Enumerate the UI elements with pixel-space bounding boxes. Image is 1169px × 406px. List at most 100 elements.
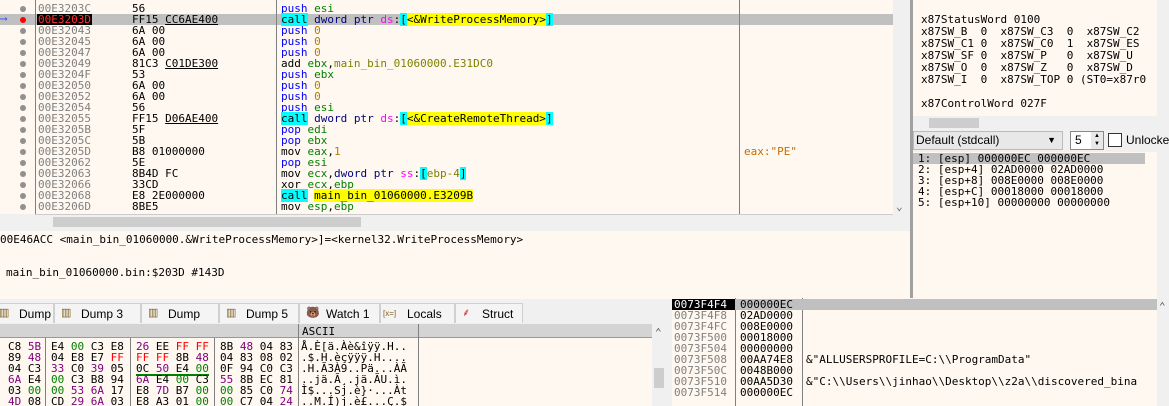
tab-dump-3[interactable]: ▥ Dump 3	[54, 303, 141, 323]
column-divider	[276, 0, 277, 214]
instruction-token: mov	[281, 200, 301, 213]
dump-pane[interactable]: ASCII C8 5B E4 00 C3 E8 26 EE FF FF 8B 48 0…	[0, 324, 652, 406]
hex-byte: 24	[279, 395, 293, 406]
breakpoint-dot-icon[interactable]	[20, 39, 26, 45]
scroll-down-icon[interactable]: ⌄	[896, 200, 903, 213]
breakpoint-dot-icon[interactable]	[20, 72, 26, 78]
hex-byte: 03	[110, 395, 124, 406]
tab-struct[interactable]: ⸙ Struct	[455, 303, 523, 323]
chevron-down-icon: ▼	[1047, 135, 1056, 145]
breakpoint-dot-icon[interactable]	[20, 149, 26, 155]
instruction-token: esp	[300, 200, 328, 213]
dump-scrollbar[interactable]: ⌃	[652, 324, 666, 406]
breakpoint-dot-icon[interactable]	[20, 160, 26, 166]
breakpoint-dot-icon[interactable]	[20, 17, 26, 23]
tab-label: Locals	[407, 307, 442, 321]
fpu-horizontal-scrollbar[interactable]	[913, 116, 1169, 130]
argument-count-spinner[interactable]: 5 ▲ ▼	[1070, 131, 1104, 150]
scrollbar-thumb[interactable]	[929, 118, 979, 128]
info-reference-line: 00E46ACC <main_bin_01060000.&WriteProces…	[0, 233, 524, 246]
hex-byte: C7	[239, 395, 254, 406]
stack-pane[interactable]: 0073F4F4 000000EC 0073F4F8 02AD0000 0073F4FC…	[672, 298, 1157, 406]
hex-byte: 01	[175, 395, 189, 406]
hex-group: E8 A3 01 00	[136, 396, 209, 406]
tab-label: Struct	[482, 307, 514, 321]
disassembly-vertical-scrollbar[interactable]: ⌄	[893, 0, 909, 214]
instruction-token: ,	[327, 200, 334, 213]
fpu-vertical-scrollbar[interactable]	[1157, 0, 1169, 116]
argument-count-value: 5	[1075, 133, 1082, 147]
breakpoint-dot-icon[interactable]	[20, 204, 26, 210]
instruction-text: mov esp,ebp	[281, 201, 354, 212]
scrollbar-thumb[interactable]	[53, 217, 361, 227]
instruction-address: 00E3206D	[38, 200, 91, 213]
tab-watch-1[interactable]: 🐻 Watch 1	[299, 303, 380, 323]
fpu-register-pane: x87StatusWord 0100 x87SW_B 0 x87SW_C3 0 x…	[913, 0, 1157, 116]
breakpoint-dot-icon[interactable]	[20, 83, 26, 89]
instruction-token: ebp	[334, 200, 354, 213]
breakpoint-dot-icon[interactable]	[20, 182, 26, 188]
hex-group: 4D 08	[8, 396, 41, 406]
hex-group: 00 C7 04 24	[220, 396, 293, 406]
calling-convention-select[interactable]: Default (stdcall) ▼	[913, 131, 1063, 150]
locals-icon: [x=]	[383, 309, 397, 318]
breakpoint-dot-icon[interactable]	[20, 94, 26, 100]
breakpoint-dot-icon[interactable]	[20, 50, 26, 56]
breakpoint-dot-icon[interactable]	[20, 193, 26, 199]
hex-byte: CD	[51, 395, 65, 406]
argument-row[interactable]: 5: [esp+10] 00000000 00000000	[913, 197, 1145, 208]
dump-row[interactable]: 4D 08 CD 29 6A 03 E8 A3 01 00 00 C7 04 24..…	[0, 396, 652, 406]
dump-icon: ▥	[61, 307, 72, 319]
upper-right-empty-pane	[913, 231, 1157, 298]
instruction-text: call dword ptr ds:[<&WriteProcessMemory>…	[281, 13, 553, 26]
hex-byte: 6A	[90, 395, 104, 406]
dump-icon: ▥	[0, 307, 10, 319]
tab-dump-5[interactable]: ▥ Dump 5	[219, 303, 299, 323]
unlocked-checkbox[interactable]	[1108, 133, 1122, 147]
tab-label: Watch 1	[326, 307, 370, 321]
hex-byte: 29	[70, 395, 85, 406]
bytes-text: 8BE5	[132, 200, 159, 213]
hex-byte: 00	[195, 395, 209, 406]
hex-byte: 4D	[8, 395, 22, 406]
hex-byte: 08	[27, 395, 42, 406]
fpu-register-line: x87ControlWord 027F	[921, 97, 1047, 110]
tab-label: Dump 5	[246, 307, 289, 321]
scroll-up-icon[interactable]: ⌃	[1159, 300, 1166, 313]
tab-dump-2[interactable]: ▥Dump 2	[0, 303, 54, 341]
breakpoint-dot-icon[interactable]	[20, 61, 26, 67]
tab-label: Dump 3	[81, 307, 124, 321]
dump-icon: ▥	[226, 307, 237, 319]
breakpoint-dot-icon[interactable]	[20, 116, 26, 122]
disassembly-pane[interactable]: 00E3203C 56 push esi ⟶ 00E3203D FF15 CC6AE400…	[0, 0, 893, 214]
tab-locals[interactable]: [x=] Locals	[380, 303, 455, 323]
disassembly-horizontal-scrollbar[interactable]	[35, 214, 893, 228]
scrollbar[interactable]	[1157, 231, 1169, 298]
tab-dump-4[interactable]: ▥Dump 4	[141, 303, 219, 341]
spinner-arrows-icon[interactable]: ▲ ▼	[1091, 132, 1103, 149]
dump-icon: ▥	[148, 307, 159, 319]
breakpoint-dot-icon[interactable]	[20, 105, 26, 111]
scroll-up-icon[interactable]: ⌃	[655, 326, 662, 339]
stack-comment: &"ALLUSERSPROFILE=C:\\ProgramData"	[806, 353, 1032, 366]
watch-icon: 🐻	[306, 307, 320, 319]
stack-comment: &"C:\\Users\\jinhao\\Desktop\\z2a\\disco…	[806, 375, 1138, 388]
info-pane: 00E46ACC <main_bin_01060000.&WriteProces…	[0, 231, 910, 299]
hex-group: CD 29 6A 03	[51, 396, 124, 406]
breakpoint-dot-icon[interactable]	[20, 28, 26, 34]
breakpoint-dot-icon[interactable]	[20, 171, 26, 177]
stack-scrollbar[interactable]: ⌃	[1157, 298, 1169, 406]
breakpoint-dot-icon[interactable]	[20, 138, 26, 144]
unlocked-label: Unlocked	[1126, 133, 1169, 147]
hex-byte: 00	[220, 395, 234, 406]
column-divider	[35, 0, 36, 214]
disasm-row[interactable]: 00E3206D 8BE5 mov esp,ebp	[0, 201, 893, 212]
breakpoint-dot-icon[interactable]	[20, 127, 26, 133]
info-module-offset: main_bin_01060000.bin:$203D #143D	[6, 266, 225, 279]
column-divider	[739, 0, 740, 214]
eip-arrow-icon: ⟶	[0, 12, 7, 25]
fpu-register-line: x87SW_I 0 x87SW_TOP 0 (ST0=x87r0	[921, 73, 1147, 86]
stack-row[interactable]: 0073F514 000000EC	[672, 387, 1157, 398]
breakpoint-dot-icon[interactable]	[20, 6, 26, 12]
struct-icon: ⸙	[462, 307, 471, 319]
